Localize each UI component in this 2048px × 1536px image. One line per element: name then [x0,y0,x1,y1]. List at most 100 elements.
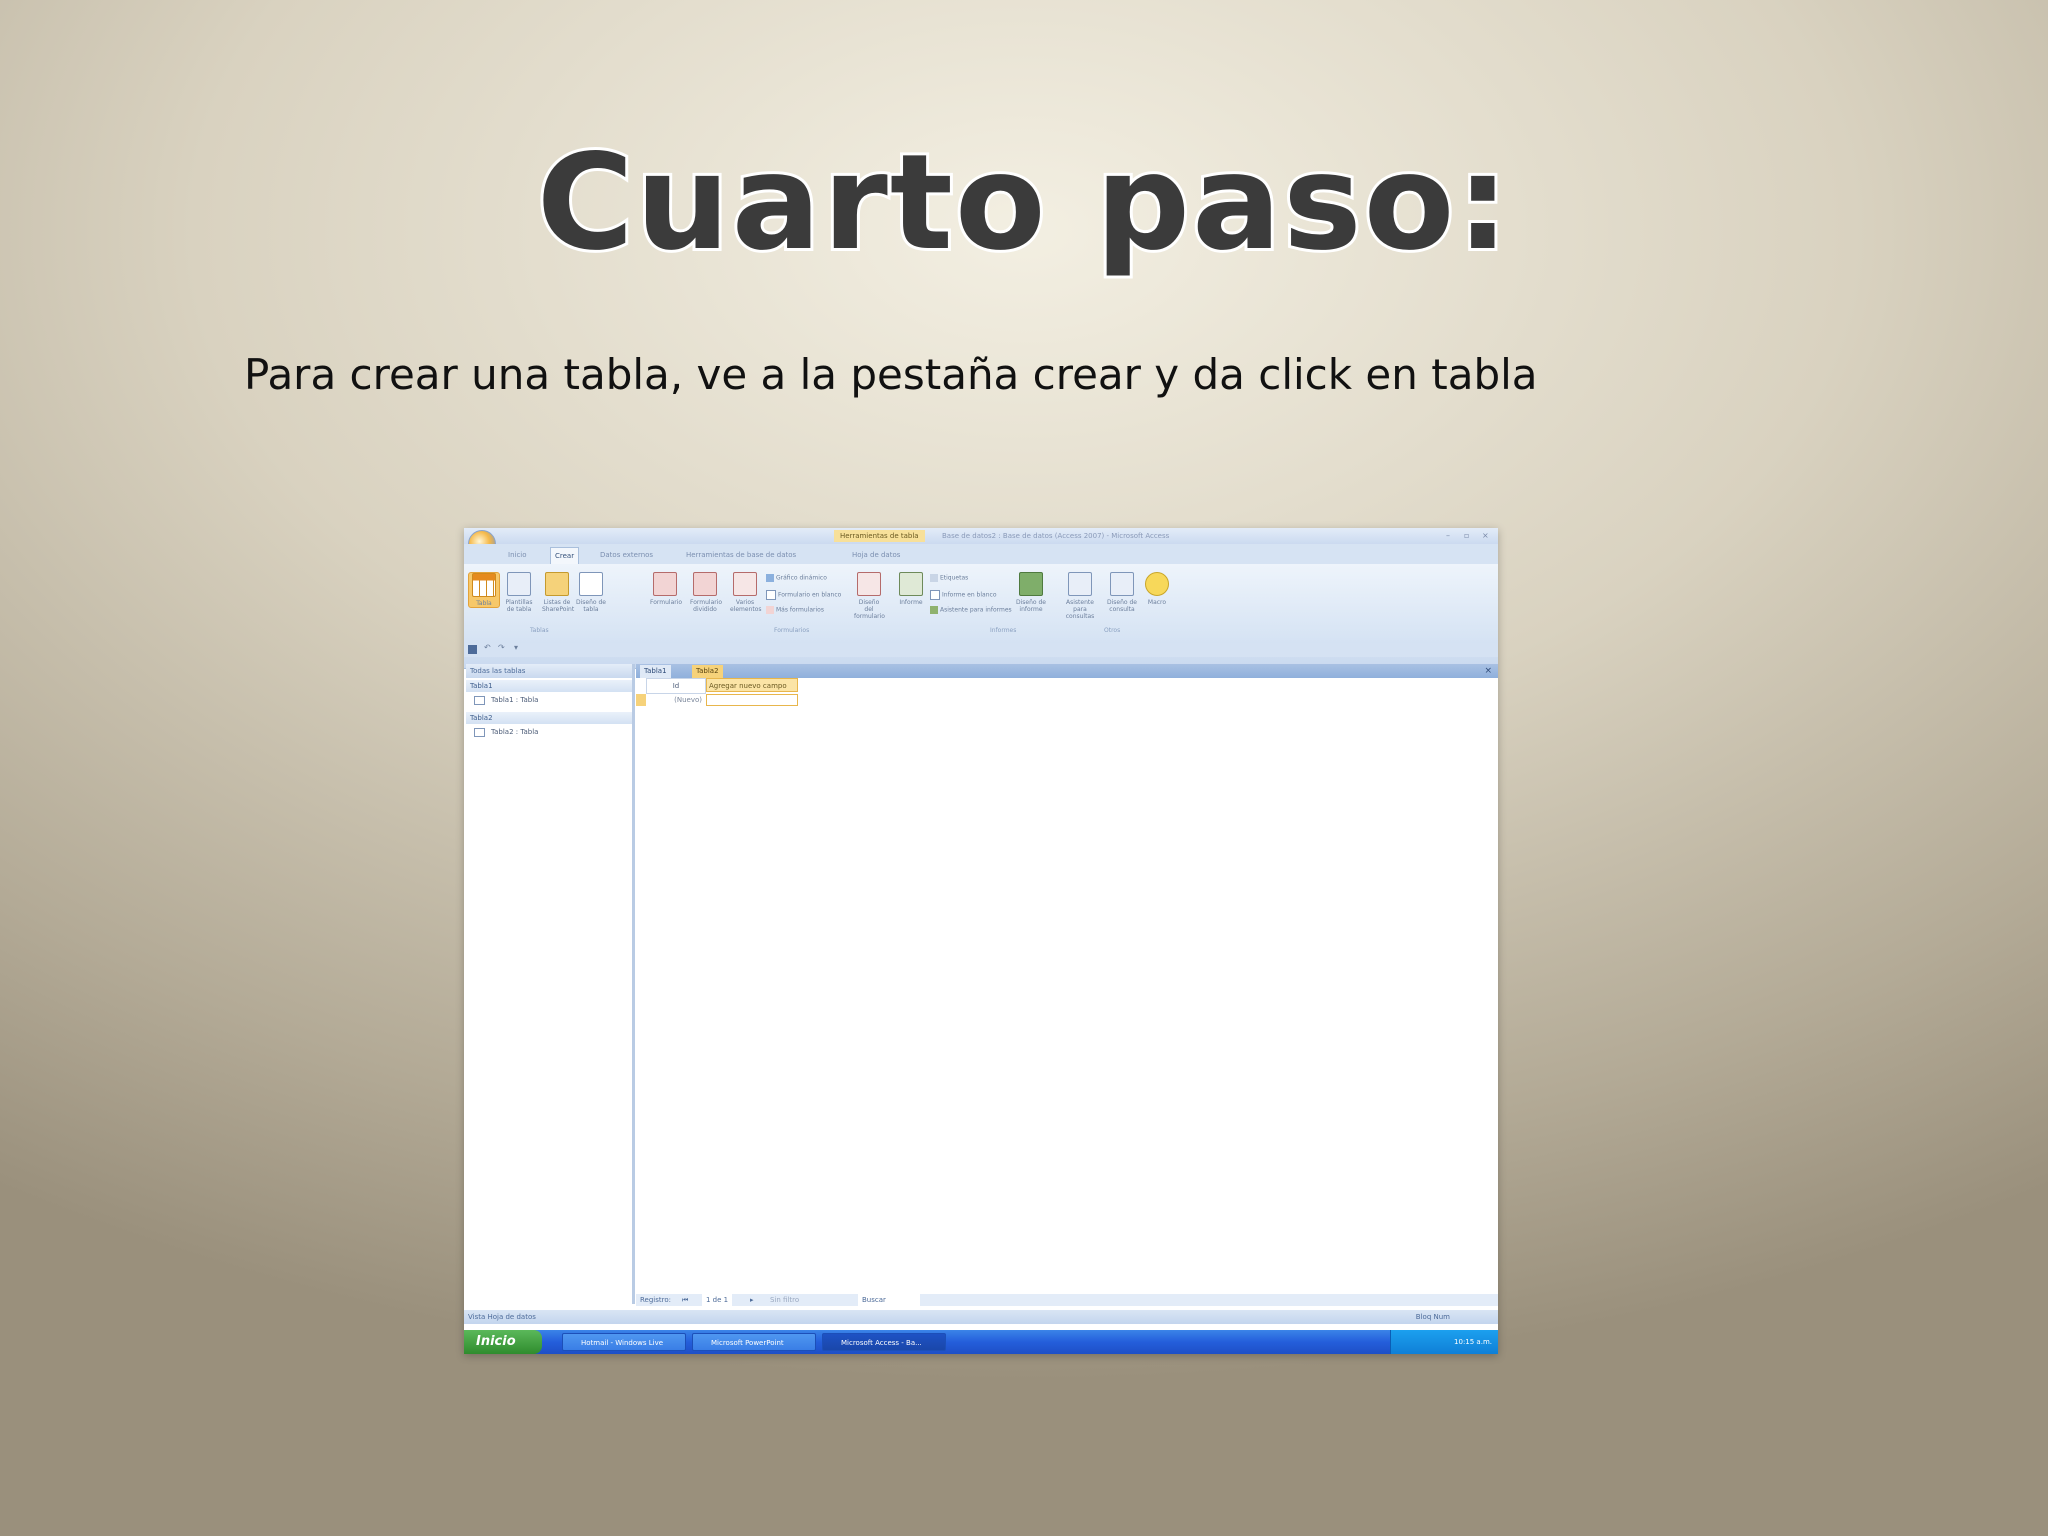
asistente-informes-button[interactable]: Asistente para informes [930,606,1012,615]
plantillas-button[interactable]: Plantillas de tabla [504,572,534,613]
table-icon [472,573,496,597]
close-icon[interactable]: × [1482,530,1489,542]
nav-item-tabla1[interactable]: Tabla1 : Tabla [474,694,538,706]
quick-access-toolbar: ↶ ↷ ▾ [464,643,1498,657]
navigation-pane: Todas las tablas Tabla1 Tabla1 : Tabla T… [466,664,635,1304]
record-label: Registro: [640,1296,672,1304]
context-tab-label: Herramientas de tabla [834,530,925,542]
cell-add-field-edit[interactable] [706,694,798,706]
informe-button[interactable]: Informe [896,572,926,606]
cell-id-new[interactable]: (Nuevo) [646,694,704,706]
etiquetas-label: Etiquetas [940,574,969,582]
diseno-formulario-label: Diseño del formulario [854,599,885,620]
column-header-add-field[interactable]: Agregar nuevo campo [706,678,798,692]
query-design-icon [1110,572,1134,596]
system-tray: 10:15 a.m. [1390,1330,1498,1354]
filter-status[interactable]: Sin filtro [770,1294,799,1306]
record-position[interactable]: 1 de 1 [702,1294,733,1306]
macro-button[interactable]: Macro [1142,572,1172,606]
table-design-icon [579,572,603,596]
plantillas-label: Plantillas de tabla [505,599,533,613]
diseno-consulta-button[interactable]: Diseño de consulta [1104,572,1140,613]
first-record-icon[interactable]: ⏮ [682,1294,688,1306]
diseno-tabla-label: Diseño de tabla [576,599,606,613]
multiple-items-icon [733,572,757,596]
next-record-icon[interactable]: ▸ [750,1294,754,1306]
formulario-blanco-label: Formulario en blanco [778,591,842,599]
minimize-icon[interactable]: – [1446,530,1450,542]
sharepoint-icon [545,572,569,596]
asistente-consultas-button[interactable]: Asistente para consultas [1060,572,1100,620]
etiquetas-button[interactable]: Etiquetas [930,574,968,583]
group-informes: Informes [990,627,1017,634]
more-forms-icon [766,606,774,614]
taskbar-hotmail[interactable]: Hotmail - Windows Live [562,1333,686,1351]
new-record-selector[interactable] [636,694,646,706]
split-form-icon [693,572,717,596]
report-icon [899,572,923,596]
nav-group-tabla2[interactable]: Tabla2 [466,712,632,724]
nav-group-tabla1[interactable]: Tabla1 [466,680,632,692]
mas-formularios-label: Más formularios [776,606,824,614]
tab-inicio[interactable]: Inicio [508,547,527,563]
tab-hoja-de-datos[interactable]: Hoja de datos [852,547,900,563]
save-icon[interactable] [468,645,477,654]
start-button[interactable]: Inicio [464,1330,542,1354]
customize-qat-icon[interactable]: ▾ [514,643,518,652]
nav-item-label: Tabla1 : Tabla [491,696,539,704]
undo-icon[interactable]: ↶ [484,643,491,652]
asistente-informes-label: Asistente para informes [940,606,1012,614]
formulario-dividido-button[interactable]: Formulario dividido [690,572,723,613]
table-icon [474,727,485,737]
varios-elementos-label: Varios elementos [730,599,762,613]
taskbar-powerpoint[interactable]: Microsoft PowerPoint [692,1333,816,1351]
slide-title: Cuarto paso: [534,125,1512,281]
slide-subtitle: Para crear una tabla, ve a la pestaña cr… [244,350,1538,399]
status-view: Vista Hoja de datos [468,1313,536,1321]
maximize-icon[interactable]: ▫ [1464,530,1469,542]
doc-tab-tabla1[interactable]: Tabla1 [640,665,671,678]
blank-form-icon [766,590,776,600]
grafico-dinamico-label: Gráfico dinámico [776,574,827,582]
formulario-dividido-label: Formulario dividido [690,599,723,613]
grafico-dinamico-button[interactable]: Gráfico dinámico [766,574,827,583]
diseno-informe-label: Diseño de informe [1016,599,1046,613]
macro-icon [1145,572,1169,596]
diseno-informe-button[interactable]: Diseño de informe [1016,572,1046,613]
doc-tab-tabla2[interactable]: Tabla2 [692,665,723,678]
tabla-button[interactable]: Tabla [468,572,500,608]
tab-crear[interactable]: Crear [550,547,580,564]
status-numlock: Bloq Num [1415,1313,1450,1321]
window-title: Base de datos2 : Base de datos (Access 2… [942,532,1170,540]
formulario-blanco-button[interactable]: Formulario en blanco [766,590,841,600]
clock: 10:15 a.m. [1454,1338,1492,1346]
mas-formularios-button[interactable]: Más formularios [766,606,824,615]
template-icon [507,572,531,596]
taskbar-access[interactable]: Microsoft Access - Ba... [822,1333,946,1351]
record-navigation: Registro: ⏮ 1 de 1 ▸ Sin filtro Buscar [636,1294,1498,1306]
informe-blanco-button[interactable]: Informe en blanco [930,590,997,600]
redo-icon[interactable]: ↷ [498,643,505,652]
varios-elementos-button[interactable]: Varios elementos [730,572,762,613]
report-wizard-icon [930,606,938,614]
formulario-button[interactable]: Formulario [650,572,682,606]
form-icon [653,572,677,596]
listas-sharepoint-button[interactable]: Listas de SharePoint [542,572,574,613]
nav-item-tabla2[interactable]: Tabla2 : Tabla [474,726,538,738]
nav-item-label: Tabla2 : Tabla [491,728,539,736]
column-header-id[interactable]: Id [646,678,706,694]
window-titlebar: Herramientas de tabla Base de datos2 : B… [464,528,1498,544]
tab-datos-externos[interactable]: Datos externos [600,547,653,563]
nav-pane-header[interactable]: Todas las tablas [466,664,632,678]
group-otros: Otros [1104,627,1121,634]
diseno-formulario-button[interactable]: Diseño del formulario [854,572,885,620]
close-doc-icon[interactable]: × [1484,664,1492,678]
group-tablas: Tablas [530,627,549,634]
asistente-consultas-label: Asistente para consultas [1065,599,1095,620]
tab-herramientas-bd[interactable]: Herramientas de base de datos [686,547,796,563]
windows-taskbar: Inicio Hotmail - Windows Live Microsoft … [464,1330,1498,1354]
diseno-consulta-label: Diseño de consulta [1107,599,1137,613]
labels-icon [930,574,938,582]
search-box[interactable]: Buscar [858,1294,920,1306]
diseno-tabla-button[interactable]: Diseño de tabla [576,572,606,613]
